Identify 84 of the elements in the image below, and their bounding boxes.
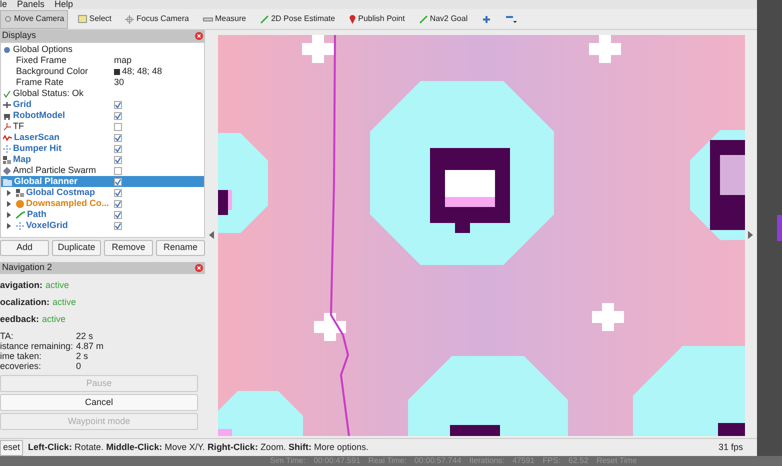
display-item[interactable]: Amcl Particle Swarm (1, 165, 204, 176)
property-name: Background Color (15, 67, 90, 76)
checkbox[interactable] (114, 112, 122, 120)
checkbox[interactable] (114, 122, 122, 130)
path-icon (16, 210, 25, 218)
tool-button[interactable]: Nav2 Goal (414, 10, 472, 28)
folder-icon (3, 178, 12, 186)
robot-icon (3, 112, 11, 120)
status-label: eedback: (0, 315, 40, 324)
wave-icon (3, 134, 12, 142)
property-name: Fixed Frame (15, 56, 68, 65)
map-icon (3, 156, 11, 164)
display-item[interactable]: RobotModel (1, 110, 204, 121)
display-item[interactable]: LaserScan (1, 132, 204, 143)
checkbox[interactable] (114, 188, 122, 196)
display-item[interactable]: Grid (1, 99, 204, 110)
display-item[interactable]: Global Options (1, 44, 204, 55)
panel-title: Displays (2, 29, 36, 42)
property-value: map (114, 56, 132, 65)
info-value: 2 s (76, 352, 88, 360)
tool-button[interactable]: Move Camera (0, 10, 68, 28)
info-label: istance remaining: (0, 342, 74, 350)
property-name: Frame Rate (15, 78, 65, 87)
color-value: 48; 48; 48 (122, 67, 162, 76)
display-item[interactable]: Map (1, 154, 204, 165)
panel-button[interactable]: Rename (156, 240, 205, 256)
select-icon (78, 15, 88, 23)
menu-item[interactable]: le (0, 0, 8, 9)
map-icon (16, 188, 24, 196)
info-value: 4.87 m (76, 342, 104, 350)
checkbox[interactable] (114, 166, 122, 174)
fps-counter: 31 fps (718, 440, 743, 454)
display-item[interactable]: Global Costmap (1, 187, 204, 198)
property-value: 30 (114, 78, 124, 87)
panel-button[interactable]: Remove (104, 240, 153, 256)
checkbox[interactable] (114, 156, 122, 164)
menu-item[interactable]: Panels (17, 0, 45, 9)
display-item[interactable]: TF (1, 121, 204, 132)
dots-icon (16, 222, 24, 230)
tool-button[interactable]: Focus Camera (121, 10, 193, 28)
display-item[interactable]: VoxelGrid (1, 220, 204, 231)
close-icon (195, 264, 203, 272)
panel-title: Navigation 2 (2, 261, 52, 274)
checkbox[interactable] (114, 178, 122, 186)
panel-button[interactable]: Duplicate (52, 240, 101, 256)
close-icon (195, 32, 203, 40)
status-label: avigation: (0, 281, 43, 290)
display-item[interactable]: Path (1, 209, 204, 220)
info-value: 0 (76, 362, 82, 370)
checkbox[interactable] (114, 222, 122, 230)
tool-button[interactable]: Select (74, 10, 116, 28)
tool-button[interactable]: 2D Pose Estimate (256, 10, 340, 28)
checkbox[interactable] (114, 210, 122, 218)
status-label: ocalization: (0, 298, 50, 307)
menu-item[interactable]: Help (54, 0, 74, 9)
axes-icon (3, 122, 11, 130)
ruler-icon (202, 16, 213, 22)
panel-button[interactable]: Add (0, 240, 49, 256)
status-value: active (42, 315, 66, 324)
scroll-right-icon (748, 231, 753, 239)
info-label: TA: (0, 332, 14, 340)
checkbox[interactable] (114, 100, 122, 108)
checkmark-icon (3, 90, 11, 98)
tool-button[interactable]: Publish Point (345, 10, 409, 28)
crosshair-icon (125, 14, 134, 24)
checkbox[interactable] (114, 134, 122, 142)
plus-icon (482, 14, 491, 24)
checkbox[interactable] (114, 144, 122, 152)
status-value: active (46, 281, 70, 290)
nav-button[interactable]: Cancel (0, 394, 198, 411)
display-item[interactable]: Global Status: Ok (1, 88, 204, 99)
info-label: ime taken: (0, 352, 42, 360)
scroll-left-icon (209, 231, 214, 239)
status-value: active (52, 298, 76, 307)
info-value: 22 s (76, 332, 94, 340)
checkbox[interactable] (114, 200, 122, 208)
help-text: Left-Click: Rotate. Middle-Click: Move X/Y. Right-Click: Zoom. Shift: More options. (28, 440, 368, 454)
tool-button[interactable]: Measure (198, 10, 250, 28)
dots-icon (3, 144, 11, 152)
reset-button[interactable]: eset (0, 440, 24, 456)
info-label: ecoveries: (0, 362, 42, 370)
minus-icon (504, 14, 517, 24)
pin-icon (349, 14, 356, 24)
display-item[interactable]: Bumper Hit (1, 143, 204, 154)
